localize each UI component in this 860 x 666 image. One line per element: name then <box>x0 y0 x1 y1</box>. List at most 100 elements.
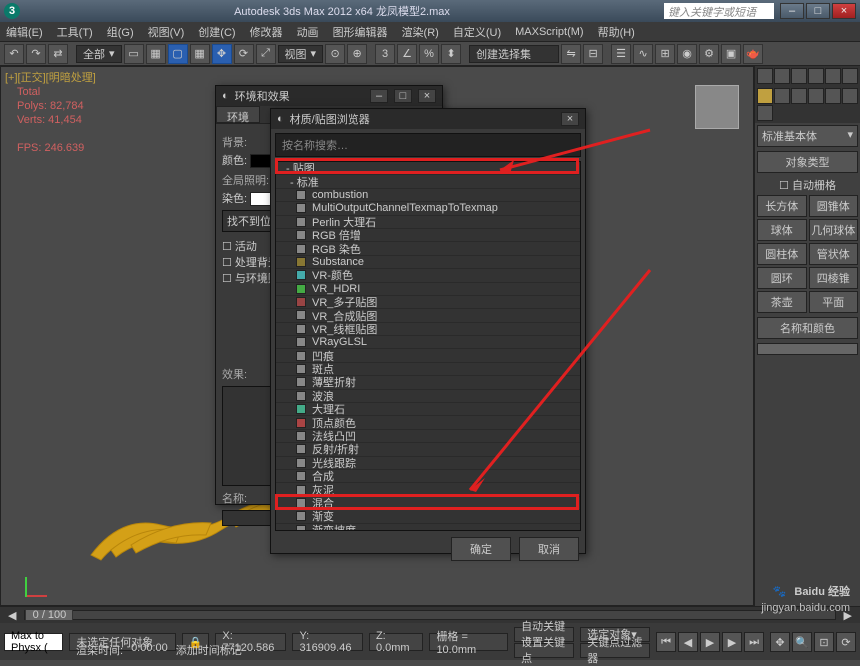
ref-coord-combo[interactable]: 视图▾ <box>278 45 324 63</box>
env-close-button[interactable]: × <box>418 89 436 103</box>
angle-snap-icon[interactable]: ∠ <box>397 44 417 64</box>
material-editor-icon[interactable]: ◉ <box>677 44 697 64</box>
modify-tab-icon[interactable] <box>774 68 790 84</box>
zoom-icon[interactable]: 🔍 <box>792 632 812 652</box>
menu-animation[interactable]: 动画 <box>297 24 319 40</box>
render-setup-icon[interactable]: ⚙ <box>699 44 719 64</box>
help-search-input[interactable]: 键入关键字或短语 <box>664 3 774 19</box>
teapot-button[interactable]: 茶壶 <box>757 291 807 313</box>
autogrid-checkbox[interactable]: ☐ <box>779 180 792 192</box>
menu-render[interactable]: 渲染(R) <box>402 24 439 40</box>
tree-selected[interactable]: - 标准 <box>276 175 580 188</box>
tree-item[interactable]: VR-颜色 <box>276 269 580 282</box>
menu-tools[interactable]: 工具(T) <box>57 24 93 40</box>
tree-category[interactable]: - 贴图 <box>276 162 580 175</box>
menu-customize[interactable]: 自定义(U) <box>453 24 501 40</box>
select-rect-icon[interactable]: ▢ <box>168 44 188 64</box>
spinner-snap-icon[interactable]: ⬍ <box>441 44 461 64</box>
undo-icon[interactable]: ↶ <box>4 44 24 64</box>
object-type-header[interactable]: 对象类型 <box>757 151 858 173</box>
menu-group[interactable]: 组(G) <box>107 24 134 40</box>
env-min-button[interactable]: – <box>370 89 388 103</box>
browser-search-input[interactable]: 按名称搜索… <box>275 133 581 157</box>
lights-cat-icon[interactable] <box>791 88 807 104</box>
layer-icon[interactable]: ☰ <box>611 44 631 64</box>
menu-modifiers[interactable]: 修改器 <box>250 24 283 40</box>
add-time-tag[interactable]: 添加时间标记 <box>176 642 242 658</box>
box-button[interactable]: 长方体 <box>757 195 807 217</box>
menu-graph[interactable]: 图形编辑器 <box>333 24 388 40</box>
utilities-tab-icon[interactable] <box>842 68 858 84</box>
viewcube-icon[interactable] <box>695 85 739 129</box>
cone-button[interactable]: 圆锥体 <box>809 195 859 217</box>
render-icon[interactable]: 🫖 <box>743 44 763 64</box>
rotate-icon[interactable]: ⟳ <box>234 44 254 64</box>
geosphere-button[interactable]: 几何球体 <box>809 219 859 241</box>
cancel-button[interactable]: 取消 <box>519 537 579 561</box>
display-tab-icon[interactable] <box>825 68 841 84</box>
geometry-cat-icon[interactable] <box>757 88 773 104</box>
maximize-button[interactable]: □ <box>806 3 830 19</box>
name-color-header[interactable]: 名称和颜色 <box>757 317 858 339</box>
goto-start-icon[interactable]: ⏮ <box>656 632 676 652</box>
move-icon[interactable]: ✥ <box>212 44 232 64</box>
select-name-icon[interactable]: ▦ <box>146 44 166 64</box>
schematic-icon[interactable]: ⊞ <box>655 44 675 64</box>
menu-edit[interactable]: 编辑(E) <box>6 24 43 40</box>
coord-y[interactable]: Y: 316909.46 <box>292 633 363 651</box>
hierarchy-tab-icon[interactable] <box>791 68 807 84</box>
keyfilter-button[interactable]: 关键点过滤器 <box>580 643 650 658</box>
selection-filter-combo[interactable]: 全部▾ <box>76 45 122 63</box>
coord-z[interactable]: Z: 0.0mm <box>369 633 423 651</box>
space-cat-icon[interactable] <box>842 88 858 104</box>
tube-button[interactable]: 管状体 <box>809 243 859 265</box>
helpers-cat-icon[interactable] <box>825 88 841 104</box>
subcategory-combo[interactable]: 标准基本体▾ <box>757 125 858 147</box>
tree-item[interactable]: 渐变坡度 <box>276 524 580 531</box>
select-icon[interactable]: ▭ <box>124 44 144 64</box>
pyramid-button[interactable]: 四棱锥 <box>809 267 859 289</box>
manip-icon[interactable]: ⊕ <box>347 44 367 64</box>
browser-close-button[interactable]: × <box>561 112 579 126</box>
time-knob[interactable]: 0 / 100 <box>25 609 73 621</box>
menu-view[interactable]: 视图(V) <box>148 24 185 40</box>
create-tab-icon[interactable] <box>757 68 773 84</box>
orbit-icon[interactable]: ⟳ <box>836 632 856 652</box>
shapes-cat-icon[interactable] <box>774 88 790 104</box>
object-color-swatch[interactable] <box>757 343 858 355</box>
menu-maxscript[interactable]: MAXScript(M) <box>515 26 583 38</box>
percent-snap-icon[interactable]: % <box>419 44 439 64</box>
motion-tab-icon[interactable] <box>808 68 824 84</box>
time-slider[interactable]: 0 / 100 <box>24 610 835 620</box>
render-frame-icon[interactable]: ▣ <box>721 44 741 64</box>
minimize-button[interactable]: – <box>780 3 804 19</box>
active-checkbox[interactable]: 活动 <box>235 241 257 253</box>
close-button[interactable]: × <box>832 3 856 19</box>
play-icon[interactable]: ▶ <box>700 632 720 652</box>
timeline[interactable]: ◀ 0 / 100 ▶ <box>0 607 860 623</box>
named-selection-combo[interactable]: 创建选择集 <box>469 45 559 63</box>
viewport-label[interactable]: [+][正交][明暗处理] <box>5 69 96 85</box>
pivot-icon[interactable]: ⊙ <box>325 44 345 64</box>
tree-item[interactable]: RGB 染色 <box>276 242 580 255</box>
plane-button[interactable]: 平面 <box>809 291 859 313</box>
link-icon[interactable]: ⇄ <box>48 44 68 64</box>
align-icon[interactable]: ⊟ <box>583 44 603 64</box>
env-tab[interactable]: 环境 <box>216 106 260 123</box>
sphere-button[interactable]: 球体 <box>757 219 807 241</box>
window-crossing-icon[interactable]: ▦ <box>190 44 210 64</box>
torus-button[interactable]: 圆环 <box>757 267 807 289</box>
prev-frame-icon[interactable]: ◀ <box>678 632 698 652</box>
tree-item[interactable]: VR_线框贴图 <box>276 323 580 336</box>
cylinder-button[interactable]: 圆柱体 <box>757 243 807 265</box>
goto-end-icon[interactable]: ⏭ <box>744 632 764 652</box>
app-logo-icon[interactable]: 3 <box>4 3 20 19</box>
redo-icon[interactable]: ↷ <box>26 44 46 64</box>
browser-tree[interactable]: - 贴图 - 标准 combustionMultiOutputChannelTe… <box>275 161 581 531</box>
ok-button[interactable]: 确定 <box>451 537 511 561</box>
scale-icon[interactable]: ⤢ <box>256 44 276 64</box>
curve-editor-icon[interactable]: ∿ <box>633 44 653 64</box>
next-frame-icon[interactable]: ▶ <box>722 632 742 652</box>
pan-icon[interactable]: ✥ <box>770 632 790 652</box>
tree-item[interactable]: combustion <box>276 189 580 202</box>
